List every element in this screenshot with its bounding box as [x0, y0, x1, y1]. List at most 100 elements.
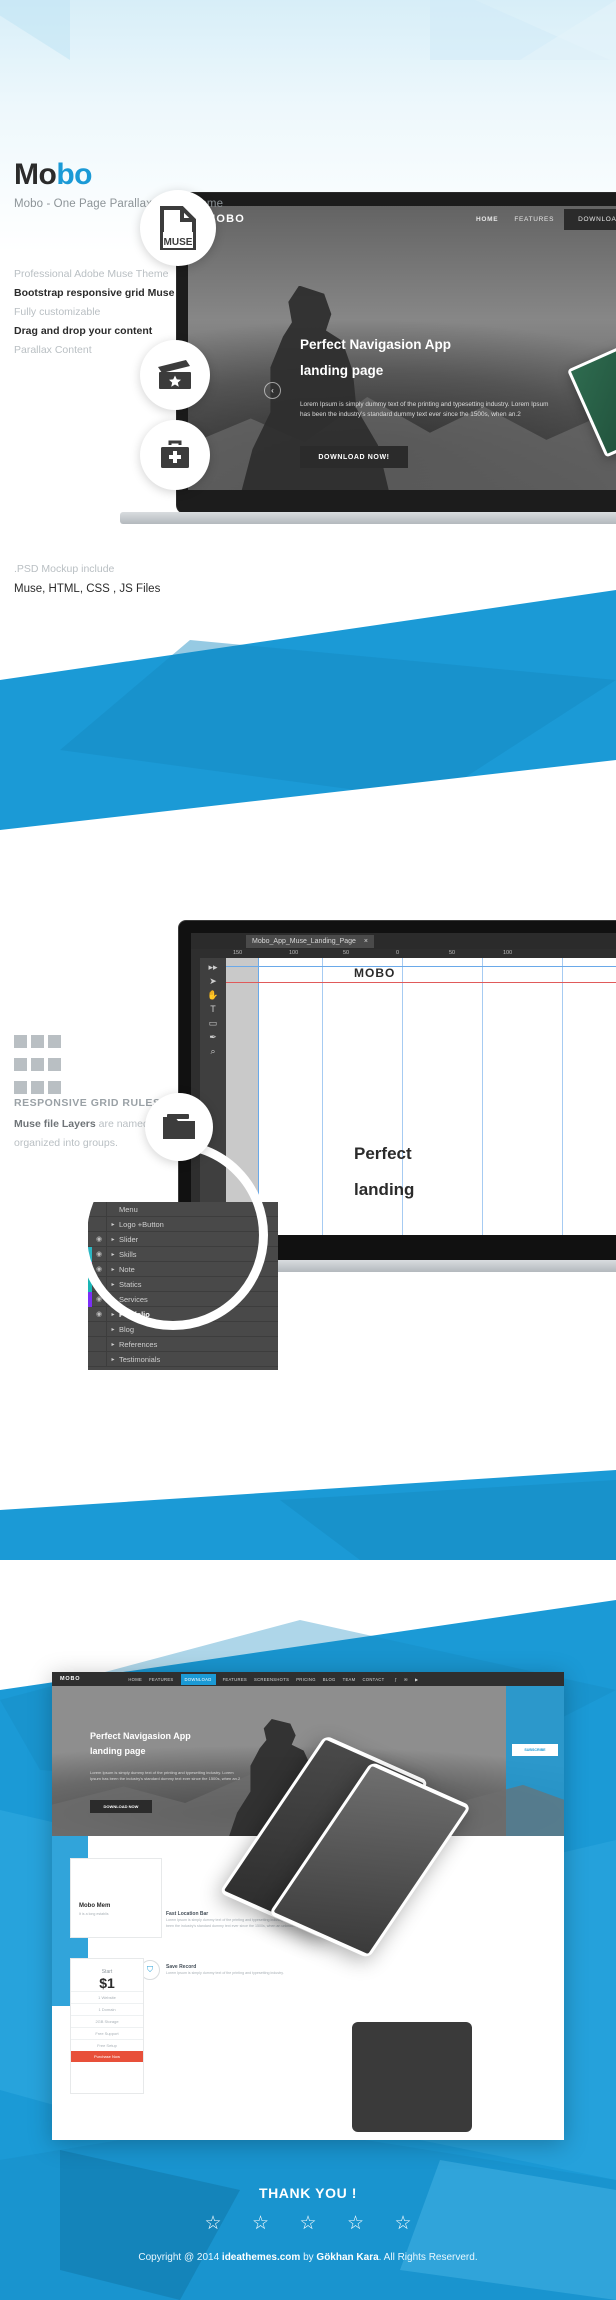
member-card-sub: It is a long establis	[79, 1912, 109, 1916]
site-navbar: MOBO HOME FEATURES DOWNLOAD FEATURES SCR…	[52, 1672, 564, 1686]
nav-link-download[interactable]: DOWNLOAD	[180, 1673, 216, 1685]
hero-download-button[interactable]: DOWNLOAD NOW!	[300, 446, 408, 468]
list-item: Drag and drop your content	[14, 325, 153, 337]
canvas-guide	[482, 958, 483, 1235]
star-icon[interactable]: ☆	[347, 2213, 364, 2234]
nav-link-features-2[interactable]: FEATURES	[223, 1677, 247, 1682]
site-logo: MOBO	[60, 1676, 81, 1682]
hero-download-button[interactable]: DOWNLOAD NOW	[90, 1800, 152, 1813]
nav-link-home[interactable]: HOME	[128, 1677, 142, 1682]
feature-body: Lorem Ipsum is simply dummy text of the …	[166, 1971, 284, 1975]
canvas-guide	[226, 982, 616, 983]
laptop-mockup: MOBO HOME FEATURES DOWNLOAD Perfect Navi…	[120, 192, 616, 532]
copyright-suffix: . All Rights Reserverd.	[378, 2252, 478, 2263]
eye-icon[interactable]: ◉	[92, 1310, 106, 1318]
thank-you-heading: THANK YOU !	[258, 2185, 358, 2201]
pricing-item: Free Support	[71, 2027, 143, 2039]
chevron-right-icon[interactable]: ▸	[107, 1356, 119, 1363]
list-item[interactable]: ▸ Testimonials	[88, 1351, 278, 1367]
svg-text:MUSE: MUSE	[164, 237, 193, 248]
star-icon[interactable]: ☆	[394, 2213, 411, 2234]
pricing-purchase-button[interactable]: Purchase Now	[71, 2051, 143, 2062]
pricing-price: $1	[99, 1975, 115, 1991]
site-navbar: MOBO HOME FEATURES DOWNLOAD	[188, 206, 616, 232]
nav-link-team[interactable]: TEAM	[343, 1677, 356, 1682]
poster-page: Mobo Mobo - One Page Parallax Muse Theme…	[0, 0, 616, 2300]
grid-dots-icon	[14, 1035, 74, 1104]
clapper-star-icon	[158, 360, 191, 389]
hero-paragraph: Lorem Ipsum is simply dummy text of the …	[300, 401, 549, 418]
copyright-site[interactable]: ideathemes.com	[222, 2252, 300, 2263]
pen-tool-icon[interactable]: ✒	[209, 1031, 217, 1043]
nav-link-features[interactable]: FEATURES	[149, 1677, 173, 1682]
feature-row: ⛉ Save Record Lorem Ipsum is simply dumm…	[140, 1960, 316, 1980]
rectangle-tool-icon[interactable]: ▭	[209, 1017, 218, 1029]
nav-link-pricing[interactable]: PRICING	[296, 1677, 316, 1682]
layers-highlight-ring	[78, 1140, 268, 1330]
facebook-icon[interactable]: ƒ	[394, 1677, 397, 1682]
cursor-tool-icon[interactable]: ➤	[209, 975, 217, 987]
psd-heading: .PSD Mockup include	[14, 563, 115, 575]
nav-link-contact[interactable]: CONTACT	[362, 1677, 384, 1682]
star-icon[interactable]: ☆	[252, 2213, 269, 2234]
ruler-tick: 50	[343, 950, 350, 956]
star-icon[interactable]: ☆	[204, 2213, 221, 2234]
ruler-tick: 100	[289, 950, 299, 956]
nav-link-features[interactable]: FEATURES	[514, 216, 554, 223]
hero-title-line2: landing page	[300, 363, 384, 378]
muse-canvas[interactable]: MOBO Perfect landing	[226, 958, 616, 1235]
mail-icon[interactable]: ✉	[404, 1677, 408, 1682]
list-item: Professional Adobe Muse Theme	[14, 268, 169, 280]
star-clapper-badge	[140, 340, 210, 410]
pricing-item: 1 Website	[71, 1991, 143, 2003]
zoom-tool-icon[interactable]: ⌕	[210, 1045, 215, 1057]
nav-link-home[interactable]: HOME	[476, 216, 498, 223]
muse-file-badge: MUSE	[140, 190, 216, 266]
nav-cta-download[interactable]: DOWNLOAD	[564, 208, 616, 230]
hero-title-line1: Perfect Navigasion App	[90, 1731, 191, 1741]
folder-icon	[163, 1114, 195, 1139]
copyright: Copyright @ 2014 ideathemes.com by Gökha…	[0, 2252, 616, 2263]
nav-link-blog[interactable]: BLOG	[323, 1677, 336, 1682]
hero-section: Mobo Mobo - One Page Parallax Muse Theme…	[0, 0, 616, 600]
pricing-item: Free Setup	[71, 2039, 143, 2051]
deco-poly	[520, 0, 616, 60]
list-item[interactable]: ▸ References	[88, 1336, 278, 1352]
ruler-tick: 100	[503, 950, 513, 956]
muse-document-tab[interactable]: Mobo_App_Muse_Landing_Page ×	[246, 935, 375, 948]
ruler-tick: 0	[396, 950, 400, 956]
pricing-item: 1 Domain	[71, 2003, 143, 2015]
chevron-right-icon[interactable]: ▸	[107, 1341, 119, 1348]
subscribe-button[interactable]: SUBSCRIBE	[512, 1744, 558, 1756]
play-icon[interactable]: ▶	[415, 1677, 419, 1682]
hero-paragraph: Lorem Ipsum is simply dummy text of the …	[90, 1770, 241, 1781]
hand-tool-icon[interactable]: ✋	[207, 989, 218, 1001]
close-icon[interactable]: ×	[364, 938, 368, 945]
psd-mockup-block: .PSD Mockup include Muse, HTML, CSS , JS…	[14, 560, 160, 599]
selection-tool-icon[interactable]: ▸▸	[208, 961, 217, 973]
rating-stars[interactable]: ☆ ☆ ☆ ☆ ☆	[0, 2212, 616, 2235]
deco-poly	[0, 0, 70, 60]
brand-name-light: Mo	[14, 158, 57, 191]
copyright-author: Gökhan Kara	[316, 2252, 379, 2263]
hero-title-line2: landing page	[90, 1746, 146, 1756]
brand-name-bold: bo	[56, 158, 92, 191]
list-item: Bootstrap responsive grid Muse	[14, 287, 175, 299]
laptop-base	[120, 512, 616, 524]
device-mockup	[352, 2022, 472, 2132]
list-item: Fully customizable	[14, 306, 101, 318]
text-tool-icon[interactable]: T	[210, 1003, 216, 1015]
hero-title-line1: Perfect Navigasion App	[300, 337, 452, 352]
member-card-title: Mobo Mem	[79, 1903, 111, 1909]
first-aid-toolbox-icon	[161, 440, 189, 468]
chevron-right-icon[interactable]: ▸	[107, 1326, 119, 1333]
star-icon[interactable]: ☆	[299, 2213, 316, 2234]
muse-tab-title: Mobo_App_Muse_Landing_Page	[252, 938, 356, 945]
grid-rules-title: RESPONSIVE GRID RULES	[14, 1097, 161, 1109]
carousel-prev-icon[interactable]: ‹	[264, 382, 281, 399]
copyright-by: by	[300, 2252, 317, 2263]
page-title: Mobo	[14, 160, 223, 190]
nav-link-screenshots[interactable]: SCREENSHOTS	[254, 1677, 289, 1682]
laptop-screen: MOBO HOME FEATURES DOWNLOAD Perfect Navi…	[188, 206, 616, 490]
canvas-guide	[562, 958, 563, 1235]
